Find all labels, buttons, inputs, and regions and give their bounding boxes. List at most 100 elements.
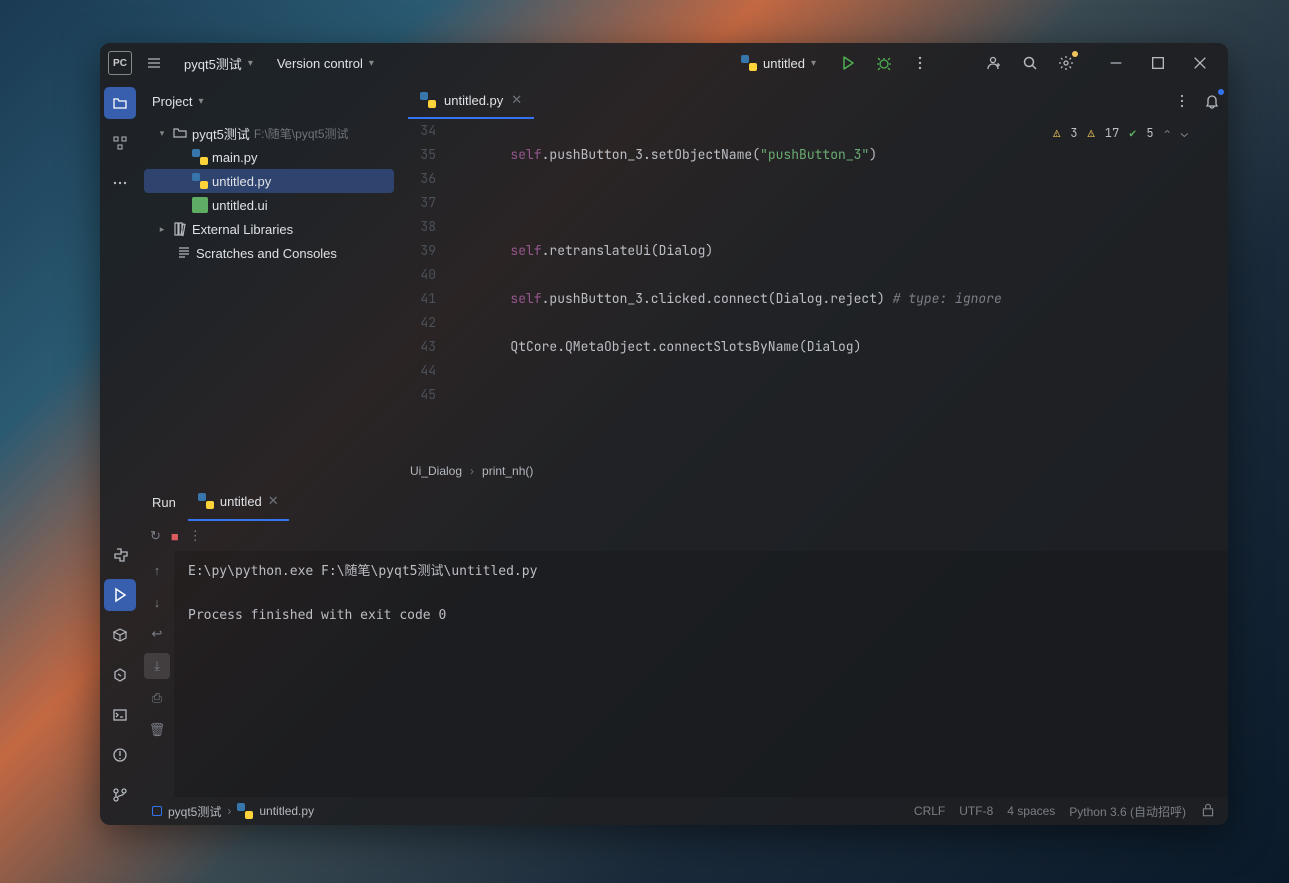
code-editor[interactable]: ⚠3 ⚠17 ✔5 ⌃ ⌄ 34 35 36 37 38 39: [398, 119, 1228, 459]
encoding-selector[interactable]: UTF-8: [959, 804, 993, 818]
tree-file-main[interactable]: main.py: [144, 145, 394, 169]
print-button[interactable]: ⎙: [144, 685, 170, 711]
problems-tool-button[interactable]: [104, 739, 136, 771]
bell-icon: [1204, 93, 1220, 109]
status-project[interactable]: pyqt5测试: [168, 803, 221, 820]
more-vertical-icon: [912, 55, 928, 71]
expand-icon[interactable]: ▸: [156, 224, 168, 235]
console-line: E:\py\python.exe F:\随笔\pyqt5测试\untitled.…: [188, 564, 537, 579]
console-line: Process finished with exit code 0: [188, 608, 446, 623]
search-everywhere-button[interactable]: [1016, 49, 1044, 77]
run-panel: Run untitled ✕ ↻ ■ ⋮ ↑ ↓ ↩: [140, 483, 1228, 797]
clear-button[interactable]: 🗑: [144, 717, 170, 743]
play-icon: [112, 587, 128, 603]
run-button[interactable]: [834, 49, 862, 77]
run-configuration-selector[interactable]: untitled ▾: [731, 51, 826, 75]
more-actions-button[interactable]: [906, 49, 934, 77]
bug-icon: [876, 55, 892, 71]
code-with-me-button[interactable]: [980, 49, 1008, 77]
lock-icon: [1200, 802, 1216, 818]
editor-tab-untitled[interactable]: untitled.py ✕: [408, 83, 534, 119]
run-tab[interactable]: untitled ✕: [188, 483, 289, 521]
qt-ui-icon: [192, 197, 208, 213]
folder-icon: [112, 95, 128, 111]
breadcrumb-item[interactable]: print_nh(): [482, 464, 533, 478]
breadcrumbs: Ui_Dialog › print_nh(): [398, 459, 1228, 483]
project-tool-button[interactable]: [104, 87, 136, 119]
tree-external-libraries[interactable]: ▸ External Libraries: [144, 217, 394, 241]
editor-more-button[interactable]: [1168, 87, 1196, 115]
services-icon: [112, 667, 128, 683]
update-indicator-icon: [1072, 51, 1078, 57]
packages-icon: [112, 627, 128, 643]
project-panel: Project ▾ ▾ pyqt5测试 F:\随笔\pyqt5测试: [140, 83, 398, 483]
vcs-menu[interactable]: Version control ▾: [269, 52, 382, 75]
editor-area: untitled.py ✕: [398, 83, 1228, 483]
breadcrumb-item[interactable]: Ui_Dialog: [410, 464, 462, 478]
more-tool-button[interactable]: [104, 167, 136, 199]
console-output[interactable]: E:\py\python.exe F:\随笔\pyqt5测试\untitled.…: [174, 551, 1228, 797]
run-panel-header: Run untitled ✕: [140, 483, 1228, 521]
project-panel-header[interactable]: Project ▾: [140, 83, 398, 119]
tree-root[interactable]: ▾ pyqt5测试 F:\随笔\pyqt5测试: [144, 121, 394, 145]
tree-item-path: F:\随笔\pyqt5测试: [254, 125, 349, 142]
tree-file-untitled-py[interactable]: untitled.py: [144, 169, 394, 193]
python-console-button[interactable]: [104, 539, 136, 571]
folder-icon: [172, 125, 188, 141]
terminal-tool-button[interactable]: [104, 699, 136, 731]
vcs-tool-button[interactable]: [104, 779, 136, 811]
up-button[interactable]: ↑: [144, 557, 170, 583]
readonly-toggle[interactable]: [1200, 802, 1216, 821]
play-icon: [840, 55, 856, 71]
tree-item-label: External Libraries: [192, 222, 293, 237]
interpreter-selector[interactable]: Python 3.6 (自动招呼): [1069, 803, 1186, 820]
tab-close-button[interactable]: ✕: [511, 92, 522, 108]
collapse-icon[interactable]: ▾: [156, 128, 168, 139]
soft-wrap-button[interactable]: ↩: [144, 621, 170, 647]
scroll-to-end-button[interactable]: ⤓: [144, 653, 170, 679]
close-button[interactable]: [1180, 48, 1220, 78]
close-icon: [1192, 55, 1208, 71]
rerun-button[interactable]: ↻: [150, 528, 161, 544]
titlebar: PC pyqt5测试 ▾ Version control ▾ untitled …: [100, 43, 1228, 83]
editor-tabs: untitled.py ✕: [398, 83, 1228, 119]
scratch-icon: [176, 245, 192, 261]
chevron-down-icon: ▾: [248, 58, 253, 69]
tree-scratches[interactable]: Scratches and Consoles: [144, 241, 394, 265]
indent-selector[interactable]: 4 spaces: [1007, 804, 1055, 818]
hamburger-icon: [146, 55, 162, 71]
structure-tool-button[interactable]: [104, 127, 136, 159]
minimize-button[interactable]: [1096, 48, 1136, 78]
services-tool-button[interactable]: [104, 659, 136, 691]
python-packages-button[interactable]: [104, 619, 136, 651]
main-menu-button[interactable]: [140, 49, 168, 77]
line-separator-selector[interactable]: CRLF: [914, 804, 945, 818]
run-more-button[interactable]: ⋮: [189, 528, 202, 544]
terminal-icon: [112, 707, 128, 723]
run-panel-title: Run: [152, 495, 176, 510]
python-icon: [198, 493, 214, 509]
run-tab-label: untitled: [220, 494, 262, 509]
tab-close-button[interactable]: ✕: [268, 493, 279, 509]
down-button[interactable]: ↓: [144, 589, 170, 615]
debug-button[interactable]: [870, 49, 898, 77]
run-tool-button[interactable]: [104, 579, 136, 611]
status-file[interactable]: untitled.py: [259, 804, 314, 818]
maximize-button[interactable]: [1138, 48, 1178, 78]
tree-item-label: untitled.ui: [212, 198, 268, 213]
stop-button[interactable]: ■: [171, 529, 179, 544]
notifications-button[interactable]: [1196, 85, 1228, 117]
code-content[interactable]: self.pushButton_3.setObjectName("pushBut…: [448, 119, 1228, 459]
run-toolbar: ↑ ↓ ↩ ⤓ ⎙ 🗑: [140, 551, 174, 797]
maximize-icon: [1150, 55, 1166, 71]
chevron-down-icon: ▾: [369, 58, 374, 69]
chevron-down-icon: ▾: [811, 58, 816, 69]
project-selector[interactable]: pyqt5测试 ▾: [176, 50, 261, 77]
project-tree: ▾ pyqt5测试 F:\随笔\pyqt5测试 main.py: [140, 119, 398, 483]
python-icon: [192, 149, 208, 165]
library-icon: [172, 221, 188, 237]
module-icon: [152, 806, 162, 816]
settings-button[interactable]: [1052, 49, 1080, 77]
python-icon: [112, 547, 128, 563]
tree-file-untitled-ui[interactable]: untitled.ui: [144, 193, 394, 217]
